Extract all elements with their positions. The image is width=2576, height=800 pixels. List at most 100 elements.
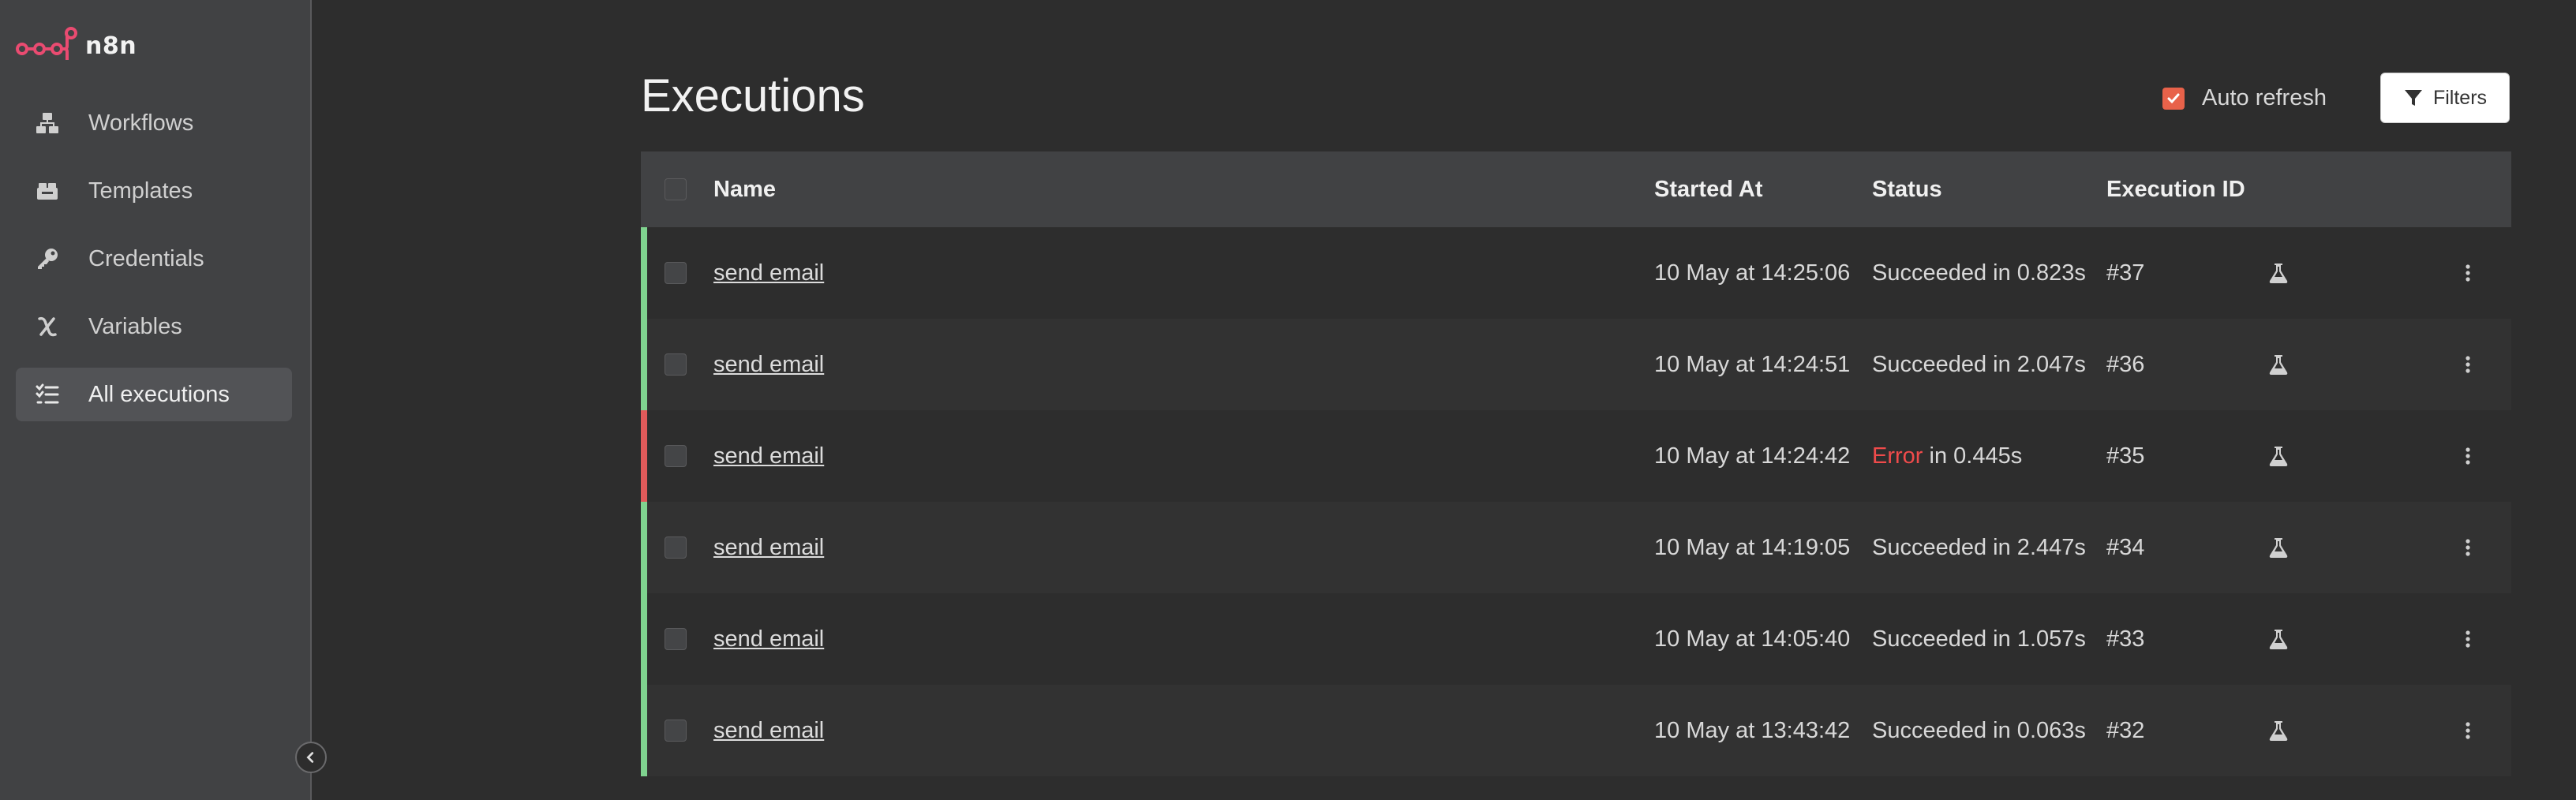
more-actions-button[interactable] [2456,593,2480,685]
more-vertical-icon [2466,264,2470,282]
sidebar-item-workflows[interactable]: Workflows [16,96,292,150]
flask-icon [2269,721,2288,741]
filters-label: Filters [2432,86,2488,109]
workflow-name-link[interactable]: send email [713,260,824,286]
column-header-execution-id: Execution ID [2106,176,2245,202]
column-header-started-at: Started At [1654,176,1763,202]
sidebar-item-all-executions[interactable]: All executions [16,368,292,421]
workflow-name-link[interactable]: send email [713,626,824,652]
more-vertical-icon [2466,447,2470,465]
sidebar-item-variables[interactable]: Variables [16,300,292,353]
select-all-checkbox[interactable] [665,178,687,200]
status-strip [641,319,647,410]
checkmark-icon [2167,93,2180,103]
debug-button[interactable] [2267,593,2290,685]
started-at: 10 May at 13:43:42 [1654,717,1851,743]
flask-icon [2269,538,2288,558]
table-row[interactable]: send email 10 May at 14:24:42 Error in 0… [641,410,2511,502]
templates-icon [33,177,62,205]
table-header: Name Started At Status Execution ID [641,151,2511,227]
execution-id: #32 [2106,717,2145,743]
sidebar-item-templates[interactable]: Templates [16,164,292,218]
debug-button[interactable] [2267,227,2290,319]
row-checkbox[interactable] [665,262,687,284]
status-word: Succeeded [1872,534,1987,560]
status-duration: in 2.447s [1986,534,2086,560]
more-actions-button[interactable] [2456,502,2480,593]
status-duration: in 0.823s [1986,260,2086,286]
execution-id: #34 [2106,534,2145,560]
execution-id: #33 [2106,626,2145,652]
debug-button[interactable] [2267,410,2290,502]
flask-icon [2269,630,2288,649]
table-row[interactable]: send email 10 May at 14:25:06 Succeeded … [641,227,2511,319]
status-text: Succeeded in 1.057s [1872,593,2086,685]
debug-button[interactable] [2267,319,2290,410]
workflow-name-link[interactable]: send email [713,352,824,378]
more-vertical-icon [2466,539,2470,556]
chevron-left-icon [306,752,314,763]
collapse-sidebar-button[interactable] [295,742,327,773]
workflow-name-link[interactable]: send email [713,535,824,561]
execution-id: #35 [2106,443,2145,469]
table-row[interactable]: send email 10 May at 14:05:40 Succeeded … [641,593,2511,685]
sidebar-item-credentials[interactable]: Credentials [16,232,292,286]
debug-button[interactable] [2267,685,2290,776]
status-text: Succeeded in 2.047s [1872,319,2086,410]
variables-icon [33,312,62,341]
workflow-name-link[interactable]: send email [713,443,824,469]
filters-button[interactable]: Filters [2380,73,2510,123]
status-text: Succeeded in 2.447s [1872,502,2086,593]
status-duration: in 1.057s [1986,626,2086,652]
row-checkbox[interactable] [665,353,687,376]
column-header-name: Name [713,176,776,202]
status-strip [641,502,647,593]
flask-icon [2269,264,2288,283]
more-vertical-icon [2466,630,2470,648]
row-checkbox[interactable] [665,445,687,467]
logo[interactable]: n8n [16,25,137,66]
logo-text: n8n [85,32,137,60]
auto-refresh-toggle[interactable]: Auto refresh [2162,85,2327,111]
n8n-logo-icon [16,27,77,60]
started-at: 10 May at 14:19:05 [1654,534,1851,560]
flask-icon [2269,447,2288,466]
more-vertical-icon [2466,356,2470,373]
more-actions-button[interactable] [2456,319,2480,410]
row-checkbox[interactable] [665,628,687,650]
debug-button[interactable] [2267,502,2290,593]
table-row[interactable]: send email 10 May at 13:43:42 Succeeded … [641,685,2511,776]
status-text: Succeeded in 0.823s [1872,227,2086,319]
row-checkbox[interactable] [665,536,687,559]
sidebar-nav: Workflows Templates Credentials Variable… [16,96,292,436]
sidebar-item-label: Templates [88,178,193,204]
column-header-status: Status [1872,176,1942,202]
filter-icon [2404,90,2422,106]
auto-refresh-checkbox[interactable] [2162,87,2185,110]
list-check-icon [33,380,62,409]
more-actions-button[interactable] [2456,410,2480,502]
row-checkbox[interactable] [665,720,687,742]
status-duration: in 0.063s [1986,717,2086,743]
status-word: Succeeded [1872,351,1987,377]
workflow-name-link[interactable]: send email [713,718,824,744]
workflows-icon [33,109,62,137]
sidebar-item-label: Credentials [88,245,204,271]
started-at: 10 May at 14:25:06 [1654,260,1851,286]
auto-refresh-label: Auto refresh [2202,85,2327,110]
executions-table: Name Started At Status Execution ID send… [641,151,2511,776]
status-duration: in 0.445s [1923,443,2023,469]
flask-icon [2269,355,2288,375]
table-row[interactable]: send email 10 May at 14:19:05 Succeeded … [641,502,2511,593]
status-text: Succeeded in 0.063s [1872,685,2086,776]
execution-id: #37 [2106,260,2145,286]
more-actions-button[interactable] [2456,227,2480,319]
sidebar-item-label: Variables [88,313,182,339]
table-row[interactable]: send email 10 May at 14:24:51 Succeeded … [641,319,2511,410]
sidebar-item-label: Workflows [88,110,194,136]
started-at: 10 May at 14:24:42 [1654,443,1851,469]
status-duration: in 2.047s [1986,351,2086,377]
status-strip [641,593,647,685]
more-actions-button[interactable] [2456,685,2480,776]
status-word: Succeeded [1872,717,1987,743]
